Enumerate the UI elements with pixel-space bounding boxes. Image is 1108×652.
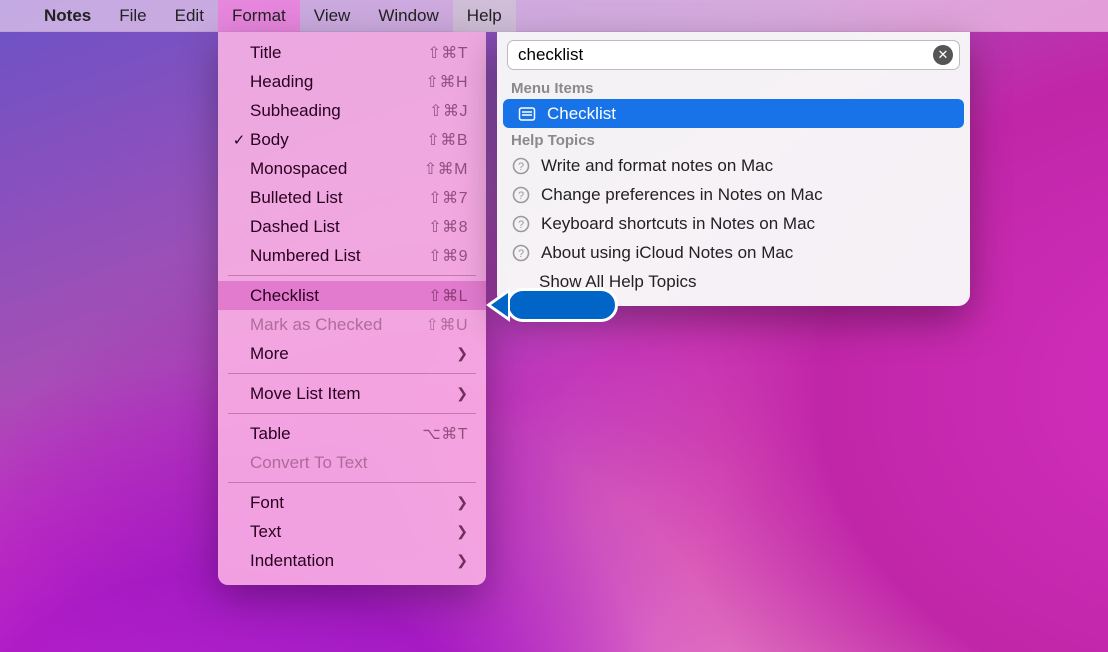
clear-search-icon[interactable]: ✕ bbox=[933, 45, 953, 65]
help-search-input[interactable] bbox=[518, 45, 933, 65]
shortcut-label: ⇧⌘9 bbox=[428, 246, 468, 266]
help-pointer-arrow bbox=[486, 288, 618, 322]
menu-label: Move List Item bbox=[248, 384, 456, 404]
menubar-app[interactable]: Notes bbox=[30, 0, 105, 32]
menu-label: Body bbox=[248, 130, 426, 150]
chevron-right-icon: ❯ bbox=[456, 552, 468, 569]
menu-label: Dashed List bbox=[248, 217, 428, 237]
menubar-window[interactable]: Window bbox=[364, 0, 452, 32]
format-checklist[interactable]: Checklist⇧⌘L bbox=[218, 281, 486, 310]
help-search-field[interactable]: ✕ bbox=[507, 40, 960, 70]
help-topic[interactable]: ? Keyboard shortcuts in Notes on Mac bbox=[497, 209, 970, 238]
chevron-right-icon: ❯ bbox=[456, 494, 468, 511]
shortcut-label: ⇧⌘J bbox=[429, 101, 468, 121]
shortcut-label: ⇧⌘M bbox=[424, 159, 468, 179]
chevron-right-icon: ❯ bbox=[456, 523, 468, 540]
svg-text:?: ? bbox=[518, 219, 524, 231]
menu-label: More bbox=[248, 344, 456, 364]
menu-label: Heading bbox=[248, 72, 426, 92]
format-numbered-list[interactable]: Numbered List⇧⌘9 bbox=[218, 241, 486, 270]
svg-text:?: ? bbox=[518, 190, 524, 202]
format-bulleted-list[interactable]: Bulleted List⇧⌘7 bbox=[218, 183, 486, 212]
svg-text:?: ? bbox=[518, 161, 524, 173]
question-icon: ? bbox=[511, 186, 531, 204]
format-table[interactable]: Table⌥⌘T bbox=[218, 419, 486, 448]
format-font[interactable]: Font❯ bbox=[218, 488, 486, 517]
format-convert-to-text: Convert To Text bbox=[218, 448, 486, 477]
help-result-label: Checklist bbox=[547, 104, 616, 124]
help-topic-label: Keyboard shortcuts in Notes on Mac bbox=[541, 214, 815, 234]
menubar-help[interactable]: Help bbox=[453, 0, 516, 32]
shortcut-label: ⇧⌘7 bbox=[428, 188, 468, 208]
menu-label: Table bbox=[248, 424, 422, 444]
menu-label: Convert To Text bbox=[248, 453, 468, 473]
shortcut-label: ⌥⌘T bbox=[422, 424, 468, 444]
menu-label: Checklist bbox=[248, 286, 428, 306]
help-result-checklist[interactable]: Checklist bbox=[503, 99, 964, 128]
checkmark-icon: ✓ bbox=[230, 131, 248, 149]
format-menu: Title⇧⌘THeading⇧⌘HSubheading⇧⌘J✓Body⇧⌘BM… bbox=[218, 32, 486, 585]
menubar-view[interactable]: View bbox=[300, 0, 365, 32]
menu-label: Font bbox=[248, 493, 456, 513]
help-topic[interactable]: ? About using iCloud Notes on Mac bbox=[497, 238, 970, 267]
menu-label: Numbered List bbox=[248, 246, 428, 266]
shortcut-label: ⇧⌘L bbox=[428, 286, 468, 306]
format-heading[interactable]: Heading⇧⌘H bbox=[218, 67, 486, 96]
menubar-file[interactable]: File bbox=[105, 0, 160, 32]
help-topic-label: Change preferences in Notes on Mac bbox=[541, 185, 823, 205]
help-section-menu-items: Menu Items bbox=[497, 76, 970, 99]
menubar-format[interactable]: Format bbox=[218, 0, 300, 32]
menu-item-icon bbox=[517, 105, 537, 123]
format-text[interactable]: Text❯ bbox=[218, 517, 486, 546]
format-mark-as-checked: Mark as Checked⇧⌘U bbox=[218, 310, 486, 339]
help-panel: ✕ Menu Items Checklist Help Topics ? Writ… bbox=[497, 32, 970, 306]
format-monospaced[interactable]: Monospaced⇧⌘M bbox=[218, 154, 486, 183]
menu-label: Bulleted List bbox=[248, 188, 428, 208]
chevron-right-icon: ❯ bbox=[456, 385, 468, 402]
shortcut-label: ⇧⌘T bbox=[427, 43, 468, 63]
format-more[interactable]: More❯ bbox=[218, 339, 486, 368]
help-section-topics: Help Topics bbox=[497, 128, 970, 151]
shortcut-label: ⇧⌘B bbox=[426, 130, 468, 150]
menu-label: Subheading bbox=[248, 101, 429, 121]
shortcut-label: ⇧⌘8 bbox=[428, 217, 468, 237]
format-subheading[interactable]: Subheading⇧⌘J bbox=[218, 96, 486, 125]
help-topic[interactable]: ? Write and format notes on Mac bbox=[497, 151, 970, 180]
menubar: Notes File Edit Format View Window Help bbox=[0, 0, 1108, 32]
menu-label: Indentation bbox=[248, 551, 456, 571]
chevron-right-icon: ❯ bbox=[456, 345, 468, 362]
svg-text:?: ? bbox=[518, 248, 524, 260]
question-icon: ? bbox=[511, 215, 531, 233]
shortcut-label: ⇧⌘H bbox=[426, 72, 468, 92]
question-icon: ? bbox=[511, 244, 531, 262]
format-dashed-list[interactable]: Dashed List⇧⌘8 bbox=[218, 212, 486, 241]
menu-label: Title bbox=[248, 43, 427, 63]
question-icon: ? bbox=[511, 157, 531, 175]
menu-label: Text bbox=[248, 522, 456, 542]
format-indentation[interactable]: Indentation❯ bbox=[218, 546, 486, 575]
format-body[interactable]: ✓Body⇧⌘B bbox=[218, 125, 486, 154]
menubar-edit[interactable]: Edit bbox=[161, 0, 218, 32]
help-topic[interactable]: ? Change preferences in Notes on Mac bbox=[497, 180, 970, 209]
help-topic-label: Write and format notes on Mac bbox=[541, 156, 773, 176]
shortcut-label: ⇧⌘U bbox=[426, 315, 468, 335]
help-topic-label: About using iCloud Notes on Mac bbox=[541, 243, 793, 263]
menu-label: Monospaced bbox=[248, 159, 424, 179]
format-move-list-item[interactable]: Move List Item❯ bbox=[218, 379, 486, 408]
menu-label: Mark as Checked bbox=[248, 315, 426, 335]
format-title[interactable]: Title⇧⌘T bbox=[218, 38, 486, 67]
